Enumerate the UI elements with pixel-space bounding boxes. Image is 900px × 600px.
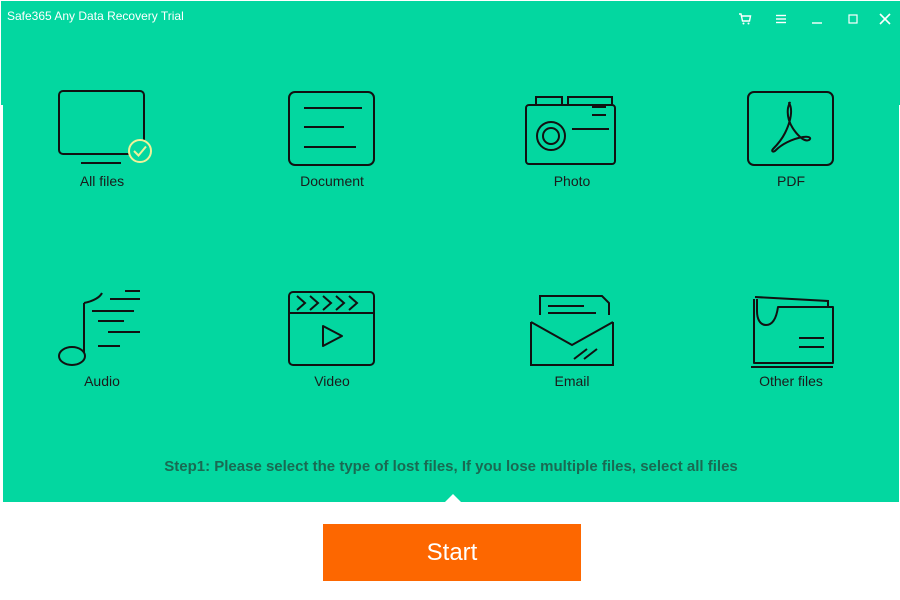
maximize-button[interactable] xyxy=(843,9,863,29)
camera-icon xyxy=(525,96,616,165)
file-type-audio[interactable]: Audio xyxy=(22,289,182,419)
file-type-label: Document xyxy=(300,173,364,189)
file-type-label: Other files xyxy=(759,373,823,389)
app-title: Safe365 Any Data Recovery Trial xyxy=(7,9,184,23)
folder-icon xyxy=(751,296,834,368)
file-type-label: Photo xyxy=(553,173,591,189)
title-bar: Safe365 Any Data Recovery Trial xyxy=(1,1,900,37)
close-button[interactable] xyxy=(875,9,895,29)
menu-button[interactable] xyxy=(771,9,791,29)
file-type-label: All files xyxy=(79,173,125,189)
close-icon xyxy=(879,13,891,25)
file-type-document[interactable]: Document xyxy=(252,89,412,219)
pdf-icon xyxy=(747,91,834,166)
cart-button[interactable] xyxy=(735,9,755,29)
file-type-panel: Safe365 Any Data Recovery Trial All file… xyxy=(1,1,900,503)
file-type-video[interactable]: Video xyxy=(252,289,412,419)
pointer-notch xyxy=(444,494,462,503)
start-button[interactable]: Start xyxy=(323,524,581,581)
app-window: Safe365 Any Data Recovery Trial All file… xyxy=(0,0,900,600)
step-instructions: Step1: Please select the type of lost fi… xyxy=(164,458,738,475)
menu-icon xyxy=(776,14,786,24)
monitor-icon xyxy=(58,90,152,164)
file-type-photo[interactable]: Photo xyxy=(492,89,652,219)
left-edge xyxy=(1,105,3,502)
maximize-icon xyxy=(848,14,858,24)
minimize-icon xyxy=(812,22,822,24)
file-type-label: PDF xyxy=(777,173,805,189)
envelope-icon xyxy=(530,295,614,366)
cart-icon xyxy=(739,13,752,25)
music-note-icon xyxy=(58,290,140,366)
file-type-label: Video xyxy=(314,373,350,389)
document-icon xyxy=(288,91,375,166)
minimize-button[interactable] xyxy=(807,9,827,29)
file-type-all-files[interactable]: All files xyxy=(22,89,182,219)
file-type-pdf[interactable]: PDF xyxy=(711,89,871,219)
file-type-email[interactable]: Email xyxy=(492,289,652,419)
file-type-label: Email xyxy=(554,373,590,389)
file-type-label: Audio xyxy=(84,373,120,389)
file-type-other-files[interactable]: Other files xyxy=(711,289,871,419)
clapperboard-icon xyxy=(288,291,375,366)
